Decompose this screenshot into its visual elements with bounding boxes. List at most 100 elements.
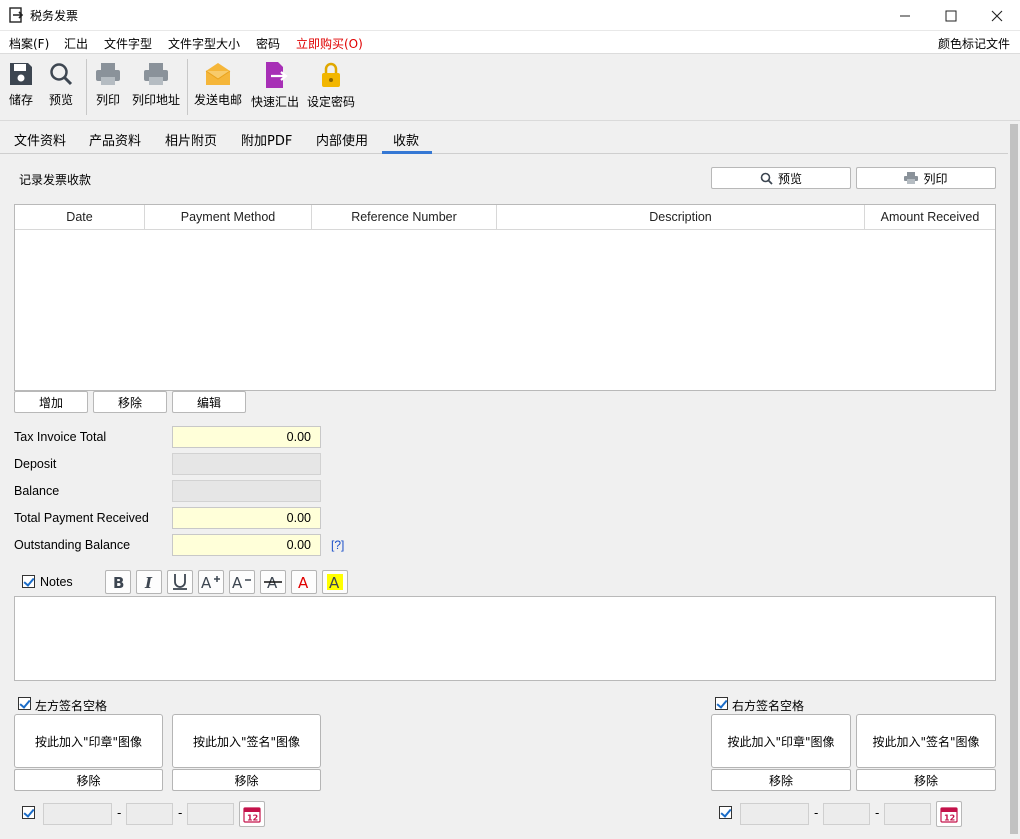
export-icon	[266, 62, 288, 88]
italic-icon: I	[144, 574, 153, 590]
menu-file[interactable]: 档案(F)	[9, 35, 49, 52]
printer-icon	[96, 63, 120, 85]
remove-payment-button[interactable]: 移除	[93, 391, 167, 413]
right-signature-checkbox[interactable]	[715, 697, 728, 710]
left-date-year[interactable]	[187, 803, 234, 825]
menu-bar: 档案(F) 汇出 文件字型 文件字型大小 密码 立即购买(O) 颜色标记文件	[0, 31, 1020, 54]
close-icon	[991, 10, 1003, 21]
notes-textarea[interactable]	[14, 596, 996, 681]
column-header-amount-received[interactable]: Amount Received	[865, 205, 995, 230]
font-decrease-icon: A	[232, 574, 251, 590]
column-header-reference-number[interactable]: Reference Number	[312, 205, 497, 230]
right-signature-label: 右方签名空格	[732, 699, 805, 713]
left-date-day[interactable]	[43, 803, 112, 825]
envelope-icon	[205, 63, 231, 85]
right-remove-signature-button[interactable]: 移除	[856, 769, 996, 791]
quick-export-button[interactable]: 快速汇出	[250, 57, 300, 117]
save-icon	[10, 63, 32, 85]
menu-color-tag[interactable]: 颜色标记文件	[938, 35, 1010, 52]
magnifier-icon	[50, 63, 73, 86]
print-button[interactable]: 列印	[93, 57, 123, 117]
column-header-description[interactable]: Description	[497, 205, 865, 230]
tab-photo-attachment[interactable]: 相片附页	[165, 130, 217, 149]
outstanding-balance-label: Outstanding Balance	[14, 538, 131, 552]
left-add-signature-button[interactable]: 按此加入"签名"图像	[172, 714, 321, 768]
right-calendar-button[interactable]: 12	[936, 801, 962, 827]
left-remove-signature-button[interactable]: 移除	[172, 769, 321, 791]
total-payment-received-field[interactable]: 0.00	[172, 507, 321, 529]
right-date-day[interactable]	[740, 803, 809, 825]
save-button[interactable]: 储存	[6, 57, 36, 117]
left-remove-stamp-button[interactable]: 移除	[14, 769, 163, 791]
notes-checkbox[interactable]	[22, 575, 35, 588]
scrollbar-thumb[interactable]	[1010, 124, 1018, 834]
menu-buy-now[interactable]: 立即购买(O)	[296, 35, 363, 52]
underline-button[interactable]	[167, 570, 193, 594]
total-payment-received-label: Total Payment Received	[14, 511, 149, 525]
right-date-checkbox[interactable]	[719, 806, 732, 819]
tax-invoice-total-field[interactable]: 0.00	[172, 426, 321, 448]
edit-payment-button[interactable]: 编辑	[172, 391, 246, 413]
left-calendar-button[interactable]: 12	[239, 801, 265, 827]
maximize-button[interactable]	[928, 0, 974, 31]
deposit-field	[172, 453, 321, 475]
svg-text:I: I	[144, 574, 153, 590]
tab-product-info[interactable]: 产品资料	[89, 130, 141, 149]
preview-payments-button[interactable]: 预览	[711, 167, 851, 189]
outstanding-balance-field[interactable]: 0.00	[172, 534, 321, 556]
bold-button[interactable]: B	[105, 570, 131, 594]
preview-button[interactable]: 预览	[46, 57, 76, 117]
right-remove-stamp-button[interactable]: 移除	[711, 769, 851, 791]
svg-text:A: A	[329, 574, 340, 591]
column-header-date[interactable]: Date	[15, 205, 145, 230]
highlight-icon: A	[327, 574, 343, 591]
toolbar-separator	[86, 59, 87, 115]
menu-font[interactable]: 文件字型	[104, 35, 152, 52]
balance-label: Balance	[14, 484, 60, 498]
font-color-button[interactable]: A	[291, 570, 317, 594]
svg-text:A: A	[201, 574, 212, 590]
left-add-stamp-button[interactable]: 按此加入"印章"图像	[14, 714, 163, 768]
left-date-checkbox[interactable]	[22, 806, 35, 819]
print-payments-button[interactable]: 列印	[856, 167, 996, 189]
left-date-month[interactable]	[126, 803, 173, 825]
column-header-payment-method[interactable]: Payment Method	[145, 205, 312, 230]
italic-button[interactable]: I	[136, 570, 162, 594]
highlight-button[interactable]: A	[322, 570, 348, 594]
decrease-font-button[interactable]: A	[229, 570, 255, 594]
menu-font-size[interactable]: 文件字型大小	[168, 35, 240, 52]
right-date-month[interactable]	[823, 803, 870, 825]
svg-text:12: 12	[247, 814, 258, 823]
section-title: 记录发票收款	[19, 173, 92, 187]
payments-table[interactable]: Date Payment Method Reference Number Des…	[14, 204, 996, 391]
svg-text:A: A	[298, 574, 309, 590]
menu-password[interactable]: 密码	[256, 35, 280, 52]
right-date-year[interactable]	[884, 803, 931, 825]
title-bar: 税务发票	[0, 0, 1020, 31]
right-add-signature-button[interactable]: 按此加入"签名"图像	[856, 714, 996, 768]
minimize-button[interactable]	[882, 0, 928, 31]
add-payment-button[interactable]: 增加	[14, 391, 88, 413]
send-email-button[interactable]: 发送电邮	[193, 57, 243, 117]
help-link[interactable]: [?]	[331, 538, 344, 552]
tab-attach-pdf[interactable]: 附加PDF	[241, 130, 292, 149]
date-separator: -	[814, 806, 819, 820]
printer-icon	[144, 63, 168, 85]
tab-payments[interactable]: 收款	[393, 130, 419, 149]
calendar-icon: 12	[243, 807, 261, 823]
strikethrough-button[interactable]: A	[260, 570, 286, 594]
notes-label: Notes	[40, 575, 73, 589]
date-separator: -	[117, 806, 122, 820]
set-password-button[interactable]: 设定密码	[306, 57, 356, 117]
increase-font-button[interactable]: A	[198, 570, 224, 594]
tab-internal-use[interactable]: 内部使用	[316, 130, 368, 149]
svg-text:12: 12	[944, 814, 955, 823]
menu-export[interactable]: 汇出	[64, 35, 88, 52]
close-button[interactable]	[974, 0, 1020, 31]
window-title: 税务发票	[30, 9, 79, 23]
tab-document-info[interactable]: 文件资料	[14, 130, 66, 149]
right-add-stamp-button[interactable]: 按此加入"印章"图像	[711, 714, 851, 768]
lock-icon	[322, 62, 340, 87]
left-signature-checkbox[interactable]	[18, 697, 31, 710]
print-address-button[interactable]: 列印地址	[131, 57, 181, 117]
